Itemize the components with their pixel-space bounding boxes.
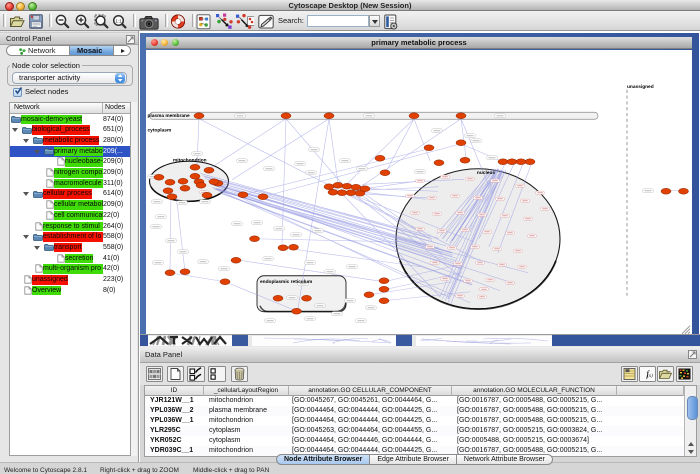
svg-text:unassigned: unassigned bbox=[627, 83, 654, 89]
svg-text:mitochondrion: mitochondrion bbox=[173, 157, 207, 163]
svg-text:1:1: 1:1 bbox=[115, 18, 122, 23]
svg-text:plasma membrane: plasma membrane bbox=[148, 113, 190, 119]
svg-text:cytoplasm: cytoplasm bbox=[148, 127, 172, 133]
svg-text:nucleus: nucleus bbox=[477, 169, 495, 175]
svg-text:(x): (x) bbox=[647, 374, 653, 379]
svg-text:endoplasmic reticulum: endoplasmic reticulum bbox=[260, 278, 312, 284]
